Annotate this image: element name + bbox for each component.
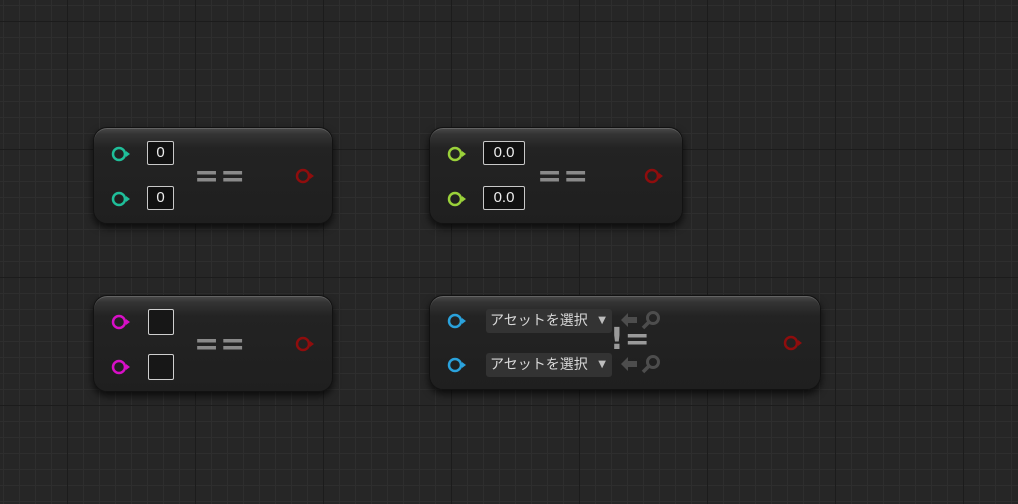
output-pin[interactable] — [781, 331, 805, 355]
node-float-equal[interactable]: 0.0 0.0 == — [429, 127, 683, 224]
input-value-a[interactable]: 0.0 — [483, 141, 525, 165]
caret-down-icon: ▼ — [598, 315, 606, 326]
input-pin-a[interactable] — [109, 142, 133, 166]
asset-picker-b[interactable]: アセットを選択 ▼ — [486, 353, 612, 377]
input-value-b[interactable]: 0.0 — [483, 186, 525, 210]
input-checkbox-a[interactable] — [148, 309, 174, 335]
input-pin-a[interactable] — [109, 310, 133, 334]
input-pin-b[interactable] — [109, 355, 133, 379]
input-value-a[interactable]: 0 — [147, 141, 174, 165]
node-int-equal[interactable]: 0 0 == — [93, 127, 333, 224]
operator-label: != — [610, 322, 651, 357]
operator-label: == — [194, 159, 247, 194]
input-pin-b[interactable] — [445, 353, 469, 377]
asset-picker-label: アセットを選択 — [490, 357, 588, 373]
input-pin-b[interactable] — [109, 187, 133, 211]
asset-picker-label: アセットを選択 — [490, 313, 588, 329]
output-pin[interactable] — [293, 332, 317, 356]
input-value-b[interactable]: 0 — [147, 186, 174, 210]
output-pin[interactable] — [642, 164, 666, 188]
node-bool-equal[interactable]: == — [93, 295, 333, 392]
output-pin[interactable] — [293, 164, 317, 188]
node-asset-not-equal[interactable]: アセットを選択 ▼ アセットを選択 ▼ != — [429, 295, 821, 390]
operator-label: == — [194, 327, 247, 362]
input-pin-b[interactable] — [445, 187, 469, 211]
search-icon[interactable] — [640, 354, 662, 378]
input-pin-a[interactable] — [445, 142, 469, 166]
input-pin-a[interactable] — [445, 309, 469, 333]
input-checkbox-b[interactable] — [148, 354, 174, 380]
arrow-left-icon[interactable] — [619, 354, 639, 378]
asset-picker-a[interactable]: アセットを選択 ▼ — [486, 309, 612, 333]
caret-down-icon: ▼ — [598, 359, 606, 370]
operator-label: == — [537, 159, 590, 194]
